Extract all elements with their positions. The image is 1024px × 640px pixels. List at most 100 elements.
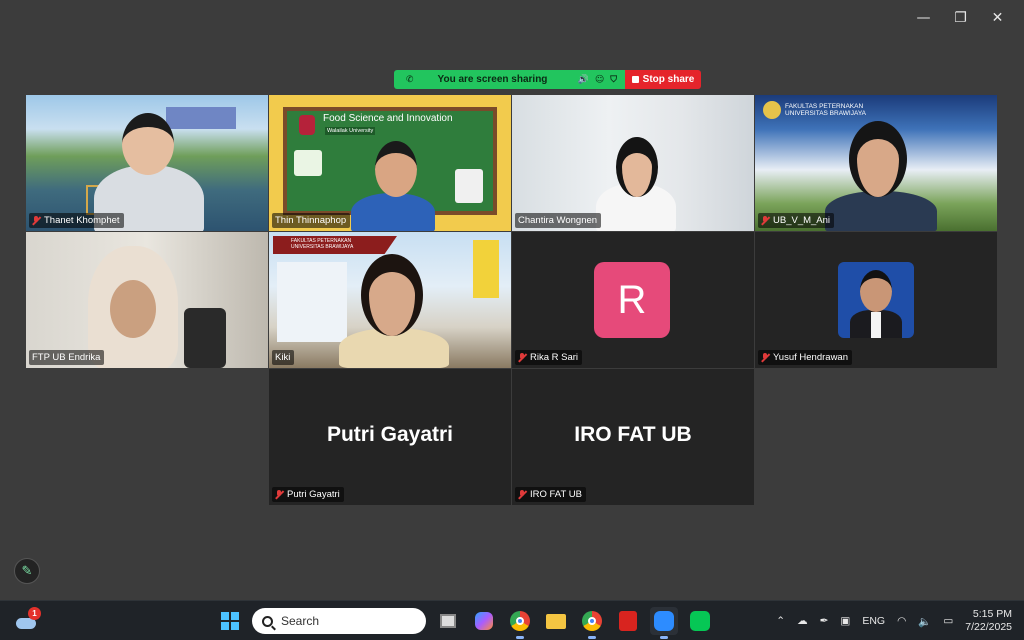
video-tile-ani[interactable]: FAKULTAS PETERNAKAN UNIVERSITAS BRAWIJAY… (755, 95, 997, 231)
background-banner: FAKULTAS PETERNAKAN UNIVERSITAS BRAWIJAY… (291, 238, 354, 250)
mic-muted-icon (32, 216, 40, 225)
file-explorer-button[interactable] (542, 607, 570, 635)
audio-icon[interactable]: 🔊 (578, 75, 589, 85)
chrome-button[interactable] (506, 607, 534, 639)
participant-name-tag: Chantira Wongnen (515, 213, 602, 228)
participant-name: Kiki (275, 352, 291, 363)
participant-name-tag: IRO FAT UB (515, 487, 586, 502)
video-tile-chantira[interactable]: Chantira Wongnen (512, 95, 754, 231)
person-head (110, 280, 156, 338)
taskbar: 1 Search ⌃ ☁ ✒ ▣ ENG ◠ 🔈 ▭ 5:15 PM 7/22/… (0, 600, 1024, 640)
start-button[interactable] (216, 607, 244, 635)
pen-menu-icon[interactable]: ✒ (820, 615, 829, 627)
copilot-icon (475, 612, 493, 630)
shield-icon[interactable]: ⛉ (610, 75, 617, 85)
participant-name-tag: Thin Thinnaphop (272, 213, 351, 228)
participant-name: FTP UB Endrika (32, 352, 101, 363)
participant-name-tag: Thanet Khomphet (29, 213, 124, 228)
mic-muted-icon (518, 490, 526, 499)
avatar: R (594, 262, 670, 338)
acrobat-button[interactable] (614, 607, 642, 635)
task-view-button[interactable] (434, 607, 462, 635)
participant-name: UB_V_M_Ani (773, 215, 831, 226)
video-tile-kiki[interactable]: FAKULTAS PETERNAKAN UNIVERSITAS BRAWIJAY… (269, 232, 511, 368)
share-status[interactable]: ✆ You are screen sharing 🔊 ☺ ⛉ (394, 70, 625, 89)
clock-date: 7/22/2025 (965, 621, 1012, 633)
person-head (849, 121, 907, 197)
chrome-profile-button[interactable] (578, 607, 606, 639)
participant-video: FAKULTAS PETERNAKAN UNIVERSITAS BRAWIJAY… (755, 95, 997, 231)
screen-share-bar: ✆ You are screen sharing 🔊 ☺ ⛉ Stop shar… (394, 70, 701, 89)
minimize-button[interactable]: — (905, 8, 942, 28)
participant-name: Chantira Wongnen (518, 215, 598, 226)
annotate-pen-button[interactable]: ✎ (14, 558, 40, 584)
onedrive-icon[interactable]: ☁ (797, 615, 808, 627)
battery-icon[interactable]: ▭ (943, 615, 953, 627)
participant-name-tag: Yusuf Hendrawan (758, 350, 852, 365)
mic-muted-icon (518, 353, 526, 362)
slide-subtitle: Walailak University (325, 127, 376, 135)
slide-title: Food Science and Innovation (323, 113, 453, 124)
weather-widget[interactable]: 1 (14, 607, 41, 632)
person-head (860, 270, 892, 312)
copilot-button[interactable] (470, 607, 498, 635)
phone-icon: ✆ (406, 74, 414, 85)
participant-video (26, 232, 268, 368)
video-tile-endrika[interactable]: FTP UB Endrika (26, 232, 268, 368)
search-box[interactable]: Search (252, 608, 426, 634)
chair-shape (184, 308, 226, 368)
person-head (361, 254, 423, 336)
window-controls: — ❐ ✕ (905, 8, 1016, 28)
book-shape (455, 169, 483, 203)
stop-share-label: Stop share (642, 74, 695, 85)
pdf-icon (619, 611, 637, 631)
chevron-up-icon[interactable]: ⌃ (776, 615, 785, 627)
notification-badge: 1 (28, 607, 41, 620)
clock[interactable]: 5:15 PM 7/22/2025 (965, 608, 1012, 634)
video-tile-thanet[interactable]: Thanet Khomphet (26, 95, 268, 231)
participant-name: Thanet Khomphet (44, 215, 120, 226)
person-body (351, 193, 435, 231)
person-head (122, 113, 174, 175)
participant-display-name: IRO FAT UB (574, 423, 692, 446)
battery-saver-icon[interactable]: ▣ (840, 615, 850, 627)
video-tile-thin[interactable]: Food Science and Innovation Walailak Uni… (269, 95, 511, 231)
chrome-icon (582, 611, 602, 631)
participant-video: FAKULTAS PETERNAKAN UNIVERSITAS BRAWIJAY… (269, 232, 511, 368)
system-tray: ⌃ ☁ ✒ ▣ ENG ◠ 🔈 ▭ 5:15 PM 7/22/2025 (776, 601, 1012, 640)
university-logo-icon (763, 101, 781, 119)
avatar (838, 262, 914, 338)
participant-name-tag: Rika R Sari (515, 350, 583, 365)
zoom-button[interactable] (650, 607, 678, 639)
search-icon (262, 615, 273, 627)
video-tile-rika[interactable]: R Rika R Sari (512, 232, 754, 368)
restore-button[interactable]: ❐ (942, 8, 979, 28)
shirt-shape (871, 312, 881, 338)
wifi-icon[interactable]: ◠ (897, 615, 906, 627)
windows-icon (221, 612, 239, 630)
participant-name-tag: Putri Gayatri (272, 487, 344, 502)
video-tile-iro[interactable]: IRO FAT UB IRO FAT UB (512, 369, 754, 505)
language-indicator[interactable]: ENG (862, 615, 885, 627)
participant-video: Food Science and Innovation Walailak Uni… (269, 95, 511, 231)
line-button[interactable] (686, 607, 714, 635)
video-tile-putri[interactable]: Putri Gayatri Putri Gayatri (269, 369, 511, 505)
share-message: You are screen sharing (437, 74, 548, 85)
participant-name-tag: FTP UB Endrika (29, 350, 105, 365)
stop-share-button[interactable]: Stop share (625, 70, 701, 89)
search-placeholder: Search (281, 614, 320, 628)
person-head (375, 141, 417, 197)
smile-icon[interactable]: ☺ (595, 75, 604, 85)
participant-name-tag: UB_V_M_Ani (758, 213, 835, 228)
participant-video (512, 95, 754, 231)
participant-display-name: Putri Gayatri (326, 423, 454, 446)
volume-icon[interactable]: 🔈 (918, 615, 931, 628)
mic-muted-icon (761, 353, 769, 362)
participant-name: Yusuf Hendrawan (773, 352, 848, 363)
taskbar-apps: Search (216, 607, 714, 639)
person-head (616, 137, 658, 197)
video-tile-yusuf[interactable]: Yusuf Hendrawan (755, 232, 997, 368)
close-button[interactable]: ✕ (979, 8, 1016, 28)
folder-icon (546, 613, 566, 629)
mic-muted-icon (275, 490, 283, 499)
